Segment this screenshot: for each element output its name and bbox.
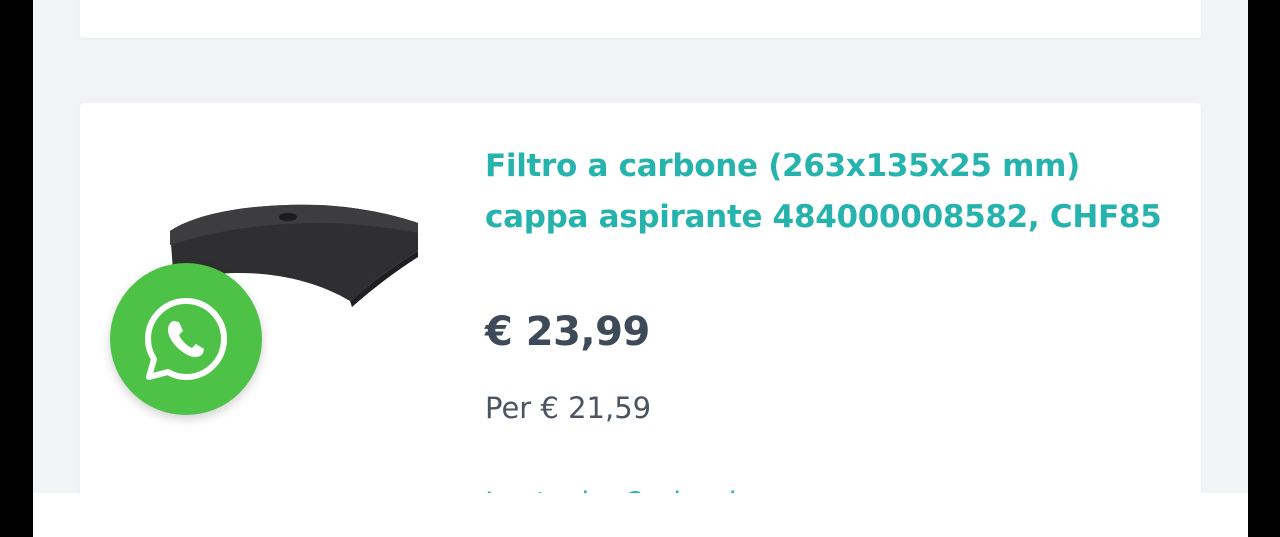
unit-price: Per € 21,59 <box>485 391 652 425</box>
product-card[interactable]: Filtro a carbone (263x135x25 mm) cappa a… <box>80 103 1201 537</box>
bottom-navigation-bar <box>33 493 1248 537</box>
phone-screen: Filtro a carbone (263x135x25 mm) cappa a… <box>33 0 1248 537</box>
previous-product-card <box>80 0 1201 38</box>
whatsapp-button[interactable] <box>110 263 262 415</box>
whatsapp-icon <box>145 298 227 380</box>
product-price: € 23,99 <box>485 309 650 355</box>
stock-status: In stock - 2 giorni <box>485 478 737 494</box>
product-title-link[interactable]: Filtro a carbone (263x135x25 mm) cappa a… <box>485 141 1165 243</box>
